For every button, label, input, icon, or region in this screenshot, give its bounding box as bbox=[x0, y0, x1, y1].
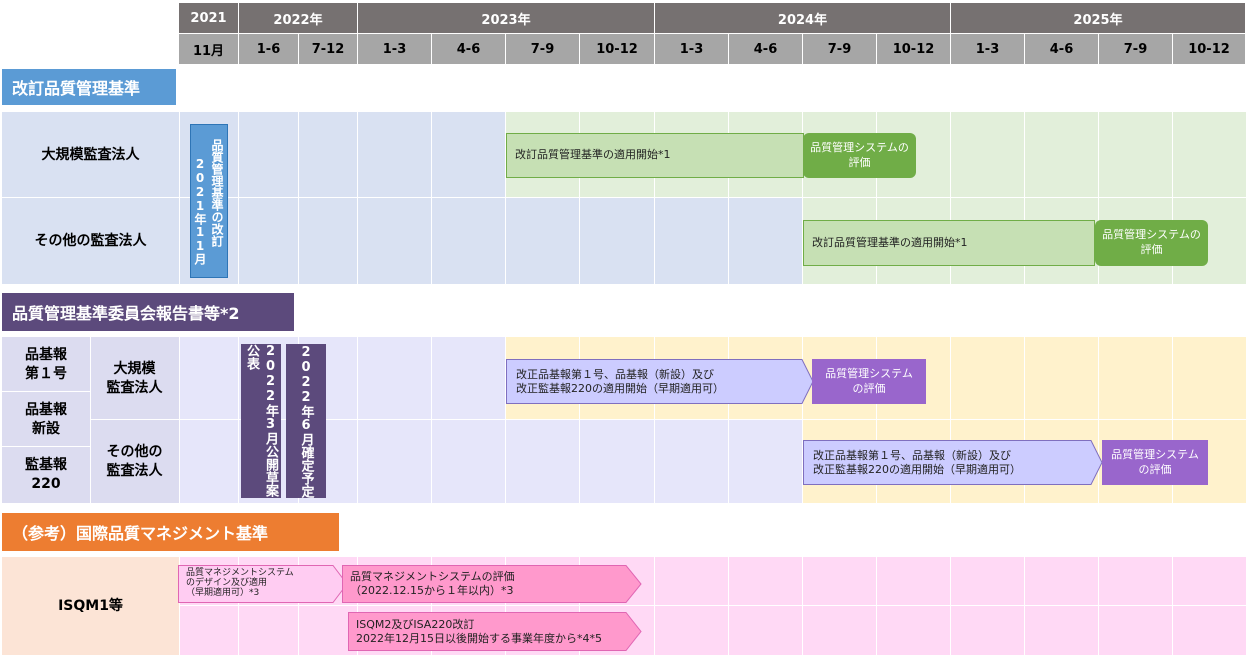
isqm2-arrow: ISQM2及びISA220改訂 2022年12月15日以後開始する事業年度から*… bbox=[348, 612, 642, 651]
year-2021: 2021 bbox=[179, 3, 239, 33]
period-2023-10-12: 10-12 bbox=[580, 33, 655, 64]
year-2025: 2025年 bbox=[951, 3, 1246, 33]
grid-line bbox=[431, 112, 432, 284]
isqm2-label: ISQM2及びISA220改訂 2022年12月15日以後開始する事業年度から*… bbox=[356, 617, 602, 645]
row-label-other-firm-2: その他の 監査法人 bbox=[106, 443, 163, 479]
period-2025-4-6: 4-6 bbox=[1025, 33, 1099, 64]
grid-line bbox=[802, 557, 803, 655]
grid-line bbox=[2, 391, 90, 392]
apply2-large-arrow: 改正品基報第１号、品基報（新設）及び 改正監基報220の適用開始（早期適用可） bbox=[506, 359, 814, 404]
isqm-eval-label: 品質マネジメントシステムの評価 （2022.12.15から１年以内）*3 bbox=[350, 570, 515, 597]
period-2024-7-9: 7-9 bbox=[803, 33, 877, 64]
period-2021-11: 11月 bbox=[179, 33, 239, 64]
grid-line bbox=[179, 337, 180, 503]
eval-large-label: 品質管理システムの評価 bbox=[810, 140, 909, 169]
period-2023-7-9: 7-9 bbox=[506, 33, 580, 64]
eval2-other-bar: 品質管理システムの評価 bbox=[1102, 440, 1208, 485]
revision-date-text: 2021年11月 bbox=[193, 157, 207, 265]
year-2022: 2022年 bbox=[239, 3, 358, 33]
eval-large-bar: 品質管理システムの評価 bbox=[803, 133, 916, 178]
grid-line bbox=[1098, 557, 1099, 655]
final-scheduled-bar: 2022年6月確定予定 bbox=[286, 344, 326, 498]
grid-line bbox=[298, 112, 299, 284]
isqm-eval-arrow: 品質マネジメントシステムの評価 （2022.12.15から１年以内）*3 bbox=[342, 565, 642, 603]
period-2023-1-3: 1-3 bbox=[358, 33, 432, 64]
apply2-large-label: 改正品基報第１号、品基報（新設）及び 改正監基報220の適用開始（早期適用可） bbox=[516, 367, 724, 395]
grid-line bbox=[2, 197, 1246, 198]
apply2-other-label: 改正品基報第１号、品基報（新設）及び 改正監基報220の適用開始（早期適用可） bbox=[813, 448, 1021, 476]
section-international-standards: （参考）国際品質マネジメント基準 bbox=[2, 513, 339, 551]
period-2022-1-6: 1-6 bbox=[239, 33, 299, 64]
period-2024-4-6: 4-6 bbox=[729, 33, 803, 64]
apply2-other-arrow: 改正品基報第１号、品基報（新設）及び 改正監基報220の適用開始（早期適用可） bbox=[803, 440, 1103, 485]
draft-published-bar: 2022年3月公開草案公表 bbox=[241, 344, 281, 498]
period-2022-7-12: 7-12 bbox=[299, 33, 358, 64]
grid-line bbox=[654, 557, 655, 655]
isqm-design-arrow: 品質マネジメントシステム のデザイン及び適用 （早期適用可）*3 bbox=[178, 565, 348, 603]
grid-line bbox=[876, 557, 877, 655]
section-committee-reports: 品質管理基準委員会報告書等*2 bbox=[2, 293, 294, 331]
row-label-std1: 品基報 第１号 bbox=[25, 346, 67, 382]
grid-line bbox=[2, 446, 90, 447]
period-2025-7-9: 7-9 bbox=[1099, 33, 1173, 64]
grid-line bbox=[357, 112, 358, 284]
row-label-other-firm: その他の監査法人 bbox=[34, 232, 147, 249]
apply-start-other-bar: 改訂品質管理基準の適用開始*1 bbox=[803, 220, 1095, 266]
row-label-isqm1: ISQM1等 bbox=[58, 597, 123, 614]
grid-line bbox=[357, 337, 358, 503]
grid-line bbox=[728, 557, 729, 655]
eval2-large-label: 品質管理システムの評価 bbox=[825, 366, 913, 395]
grid-line bbox=[950, 557, 951, 655]
grid-line bbox=[431, 337, 432, 503]
row-label-audit220: 監基報 220 bbox=[25, 457, 67, 492]
period-2025-1-3: 1-3 bbox=[951, 33, 1025, 64]
eval2-large-bar: 品質管理システムの評価 bbox=[812, 359, 926, 404]
grid-line bbox=[1172, 557, 1173, 655]
row-label-large-firm-2: 大規模 監査法人 bbox=[106, 360, 163, 396]
year-2024: 2024年 bbox=[655, 3, 951, 33]
eval-other-label: 品質管理システムの評価 bbox=[1102, 228, 1201, 256]
period-2024-1-3: 1-3 bbox=[655, 33, 729, 64]
isqm-design-label: 品質マネジメントシステム のデザイン及び適用 （早期適用可）*3 bbox=[186, 568, 294, 598]
grid-line bbox=[179, 112, 180, 284]
period-2025-10-12: 10-12 bbox=[1173, 33, 1246, 64]
grid-line bbox=[90, 337, 91, 503]
grid-line bbox=[179, 605, 1246, 606]
row-label-std-new: 品基報 新設 bbox=[25, 401, 67, 437]
year-2023: 2023年 bbox=[358, 3, 655, 33]
revision-title-text: 品質管理基準の改訂 bbox=[210, 139, 224, 247]
apply-start-large-bar: 改訂品質管理基準の適用開始*1 bbox=[506, 133, 804, 178]
revision-2021-bar: 品質管理基準の改訂 2021年11月 bbox=[190, 124, 228, 278]
eval-other-bar: 品質管理システムの評価 bbox=[1095, 220, 1208, 266]
section-revised-quality-standard: 改訂品質管理基準 bbox=[2, 69, 176, 105]
grid-line bbox=[1024, 557, 1025, 655]
grid-line bbox=[238, 112, 239, 284]
period-2023-4-6: 4-6 bbox=[432, 33, 506, 64]
row-label-large-firm: 大規模監査法人 bbox=[41, 146, 140, 163]
eval2-other-label: 品質管理システムの評価 bbox=[1111, 447, 1199, 476]
grid-line bbox=[238, 337, 239, 503]
period-2024-10-12: 10-12 bbox=[877, 33, 951, 64]
